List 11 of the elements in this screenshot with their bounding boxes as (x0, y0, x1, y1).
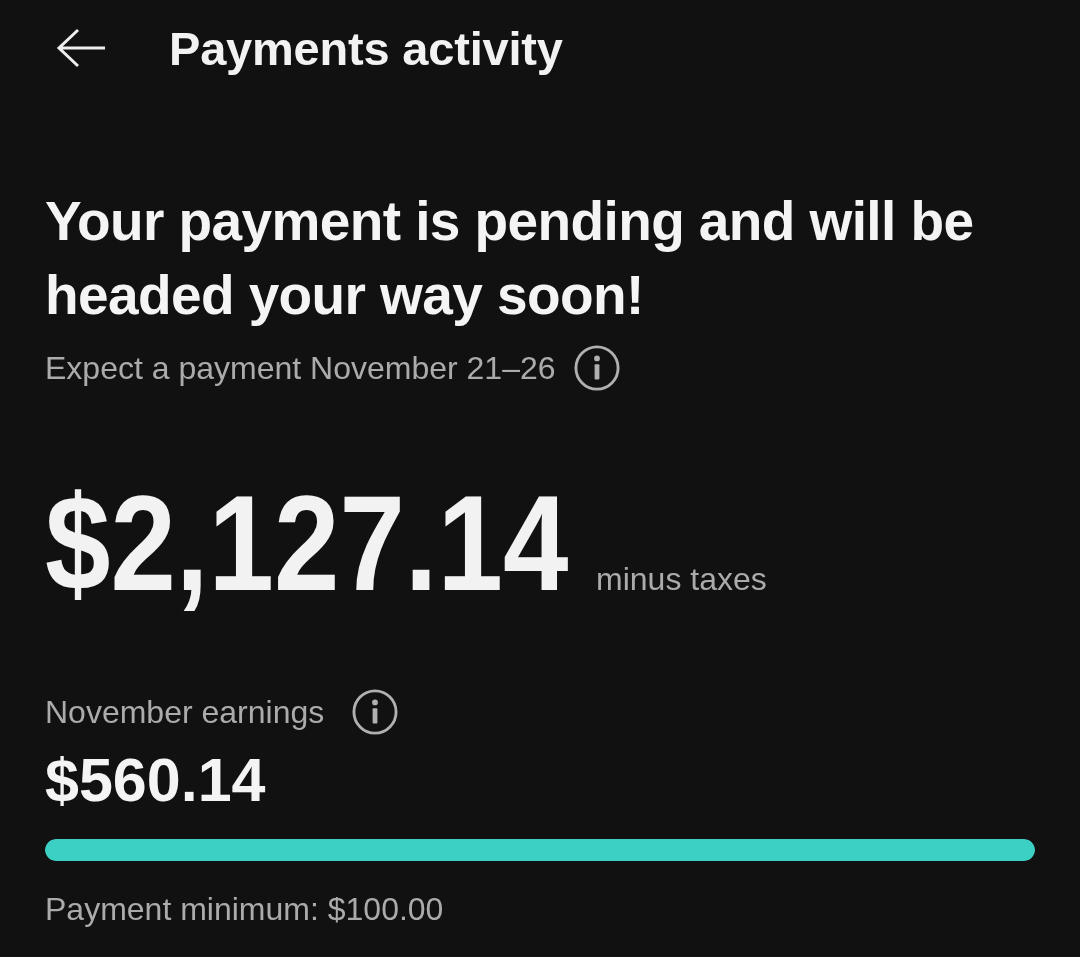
info-icon[interactable] (352, 689, 399, 735)
status-headline: Your payment is pending and will be headed your way soon! (45, 189, 975, 328)
earnings-amount: $560.14 (45, 746, 266, 814)
payout-amount: $2,127.14 (45, 468, 569, 618)
taxes-note: minus taxes (596, 561, 767, 598)
expected-date-text: Expect a payment November 21–26 (45, 349, 556, 387)
earnings-label: November earnings (45, 693, 325, 731)
back-arrow-icon (56, 28, 106, 68)
page-title: Payments activity (169, 20, 563, 76)
payment-minimum-text: Payment minimum: $100.00 (45, 891, 444, 927)
info-icon[interactable] (573, 345, 620, 391)
